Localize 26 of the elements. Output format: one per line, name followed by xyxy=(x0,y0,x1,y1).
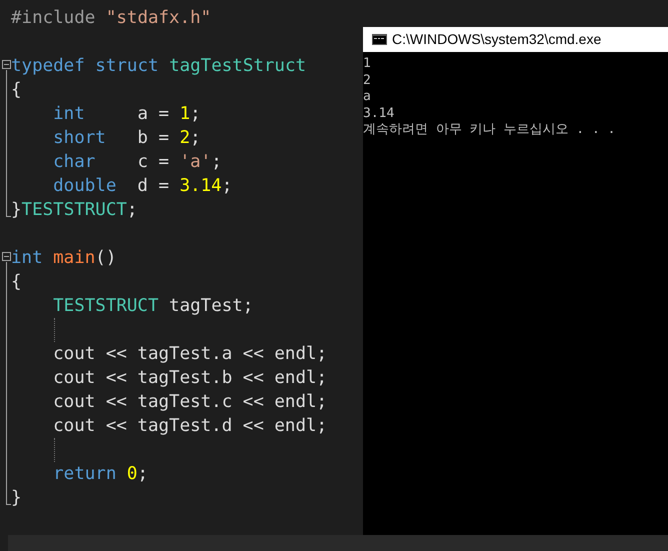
code-line: TESTSTRUCT tagTest; xyxy=(52,295,254,318)
console-output-line: 계속하려면 아무 키나 누르십시오 . . . xyxy=(363,122,616,138)
code-line: cout << tagTest.a << endl; xyxy=(52,343,328,366)
code-line: typedef struct tagTestStruct xyxy=(11,55,306,78)
code-line: int main() xyxy=(11,247,116,270)
window-title: C:\WINDOWS\system32\cmd.exe xyxy=(392,30,602,49)
console-output-line: 3.14 xyxy=(363,106,396,122)
code-line: cout << tagTest.b << endl; xyxy=(52,367,328,390)
fold-toggle-icon[interactable] xyxy=(2,60,11,69)
code-line: cout << tagTest.c << endl; xyxy=(52,391,328,414)
console-icon xyxy=(372,34,387,45)
code-line: #include "stdafx.h" xyxy=(11,7,212,30)
code-line: { xyxy=(11,271,22,294)
code-line: }TESTSTRUCT; xyxy=(11,199,138,222)
code-line: return 0; xyxy=(52,463,148,486)
code-line: int a = 1; xyxy=(52,103,201,126)
console-output-line: 2 xyxy=(363,72,372,89)
console-output-line: a xyxy=(363,89,372,106)
code-line: { xyxy=(11,79,22,102)
fold-toggle-icon[interactable] xyxy=(2,252,11,261)
code-line: char c = 'a'; xyxy=(52,151,222,174)
code-line: double d = 3.14; xyxy=(52,175,232,198)
code-line: } xyxy=(11,487,22,510)
code-line: cout << tagTest.d << endl; xyxy=(52,415,328,438)
code-line: short b = 2; xyxy=(52,127,201,150)
console-output-line: 1 xyxy=(363,56,372,72)
